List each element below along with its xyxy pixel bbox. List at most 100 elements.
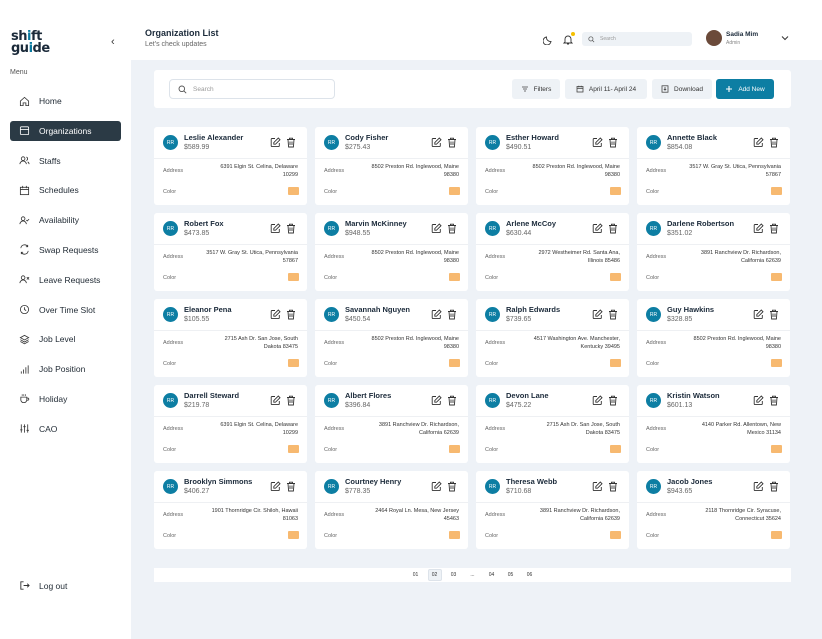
sidebar-item-label: Job Position [39, 364, 86, 375]
edit-icon[interactable] [431, 481, 442, 492]
trash-icon[interactable] [286, 395, 296, 406]
edit-icon[interactable] [270, 137, 281, 148]
trash-icon[interactable] [286, 481, 296, 492]
trash-icon[interactable] [447, 137, 457, 148]
page-button[interactable]: 02 [427, 569, 442, 581]
sidebar-item-job-position[interactable]: Job Position [10, 359, 121, 379]
sidebar-item-organizations[interactable]: Organizations [10, 120, 121, 141]
trash-icon[interactable] [769, 137, 779, 148]
logout-button[interactable]: Log out [19, 580, 67, 591]
organization-card[interactable]: RR Eleanor Pena $105.55 Address 2715 Ash Dr.… [154, 299, 307, 377]
organization-card[interactable]: RR Theresa Webb $710.68 Address 3891 Ranchvi… [476, 471, 629, 549]
edit-icon[interactable] [592, 395, 603, 406]
organization-card[interactable]: RR Darrell Steward $219.78 Address 6391 Elgi… [154, 385, 307, 463]
trash-icon[interactable] [608, 309, 618, 320]
edit-icon[interactable] [431, 395, 442, 406]
moon-icon[interactable] [543, 35, 553, 45]
edit-icon[interactable] [592, 481, 603, 492]
org-avatar: RR [646, 307, 661, 322]
edit-icon[interactable] [270, 309, 281, 320]
org-avatar: RR [485, 307, 500, 322]
color-swatch [288, 187, 299, 195]
organization-card[interactable]: RR Robert Fox $473.85 Address 3517 W. Gray S… [154, 213, 307, 291]
filters-button[interactable]: Filters [512, 79, 560, 99]
sidebar-item-over-time-slot[interactable]: Over Time Slot [10, 300, 121, 320]
organization-card[interactable]: RR Kristin Watson $601.13 Address 4140 Parke… [637, 385, 790, 463]
sidebar-item-swap-requests[interactable]: Swap Requests [10, 240, 121, 260]
trash-icon[interactable] [447, 395, 457, 406]
organization-card[interactable]: RR Savannah Nguyen $450.54 Address 8502 Pres… [315, 299, 468, 377]
organization-card[interactable]: RR Ralph Edwards $739.65 Address 4517 Washin… [476, 299, 629, 377]
header-search-input[interactable]: Search [582, 32, 692, 46]
sidebar-item-leave-requests[interactable]: Leave Requests [10, 270, 121, 290]
organization-card[interactable]: RR Devon Lane $475.22 Address 2715 Ash Dr. S… [476, 385, 629, 463]
page-button[interactable]: 04 [485, 569, 499, 581]
trash-icon[interactable] [608, 481, 618, 492]
download-label: Download [674, 85, 703, 93]
organization-card[interactable]: RR Arlene McCoy $630.44 Address 2972 Westhei… [476, 213, 629, 291]
edit-icon[interactable] [270, 223, 281, 234]
sidebar-item-cao[interactable]: CAO [10, 419, 121, 439]
trash-icon[interactable] [286, 223, 296, 234]
organization-card[interactable]: RR Darlene Robertson $351.02 Address 3891 Ra… [637, 213, 790, 291]
edit-icon[interactable] [592, 137, 603, 148]
org-address: 1901 Thornridge Cir. Shiloh, Hawaii 8106… [211, 508, 298, 522]
org-address: 6391 Elgin St. Celina, Delaware 10299 [220, 422, 298, 436]
trash-icon[interactable] [769, 223, 779, 234]
chevron-down-icon[interactable] [781, 35, 789, 41]
edit-icon[interactable] [592, 223, 603, 234]
trash-icon[interactable] [447, 309, 457, 320]
page-button[interactable]: 06 [523, 569, 537, 581]
search-input[interactable]: Search [169, 79, 335, 99]
organization-card[interactable]: RR Brooklyn Simmons $406.27 Address 1901 Tho… [154, 471, 307, 549]
trash-icon[interactable] [769, 395, 779, 406]
organization-card[interactable]: RR Jacob Jones $943.65 Address 2118 Thornrid… [637, 471, 790, 549]
organization-card[interactable]: RR Albert Flores $396.84 Address 3891 Ranchv… [315, 385, 468, 463]
trash-icon[interactable] [608, 395, 618, 406]
trash-icon[interactable] [447, 481, 457, 492]
edit-icon[interactable] [753, 137, 764, 148]
color-label: Color [163, 275, 177, 281]
organization-card[interactable]: RR Esther Howard $490.51 Address 8502 Presto… [476, 127, 629, 205]
trash-icon[interactable] [447, 223, 457, 234]
org-price: $710.68 [506, 488, 532, 495]
organization-card[interactable]: RR Cody Fisher $275.43 Address 8502 Preston … [315, 127, 468, 205]
trash-icon[interactable] [769, 481, 779, 492]
trash-icon[interactable] [286, 309, 296, 320]
edit-icon[interactable] [753, 223, 764, 234]
edit-icon[interactable] [431, 223, 442, 234]
sidebar-item-schedules[interactable]: Schedules [10, 180, 121, 200]
trash-icon[interactable] [286, 137, 296, 148]
collapse-sidebar-icon[interactable]: ‹ [111, 36, 115, 48]
edit-icon[interactable] [270, 481, 281, 492]
user-avatar[interactable] [706, 30, 722, 46]
sidebar-item-staffs[interactable]: Staffs [10, 151, 121, 171]
trash-icon[interactable] [769, 309, 779, 320]
edit-icon[interactable] [270, 395, 281, 406]
trash-icon[interactable] [608, 223, 618, 234]
sidebar-item-holiday[interactable]: Holiday [10, 389, 121, 409]
page-button[interactable]: 01 [409, 569, 423, 581]
sidebar-item-availability[interactable]: Availability [10, 210, 121, 230]
add-new-button[interactable]: Add New [716, 79, 774, 99]
edit-icon[interactable] [431, 137, 442, 148]
organization-card[interactable]: RR Marvin McKinney $948.55 Address 8502 Pres… [315, 213, 468, 291]
trash-icon[interactable] [608, 137, 618, 148]
date-range-button[interactable]: April 11- April 24 [565, 79, 647, 99]
edit-icon[interactable] [753, 481, 764, 492]
edit-icon[interactable] [431, 309, 442, 320]
organization-card[interactable]: RR Leslie Alexander $589.99 Address 6391 Elg… [154, 127, 307, 205]
organization-card[interactable]: RR Annette Black $854.08 Address 3517 W. Gra… [637, 127, 790, 205]
organization-card[interactable]: RR Guy Hawkins $328.85 Address 8502 Preston … [637, 299, 790, 377]
edit-icon[interactable] [753, 395, 764, 406]
download-button[interactable]: Download [652, 79, 712, 99]
edit-icon[interactable] [753, 309, 764, 320]
page-button[interactable]: 05 [504, 569, 518, 581]
shift-guide-logo[interactable]: shift guide [11, 30, 50, 55]
sidebar-item-job-level[interactable]: Job Level [10, 329, 121, 349]
sidebar-item-home[interactable]: Home [10, 91, 121, 111]
organization-card[interactable]: RR Courtney Henry $778.35 Address 2464 Royal… [315, 471, 468, 549]
edit-icon[interactable] [592, 309, 603, 320]
org-name: Savannah Nguyen [345, 305, 411, 314]
page-button[interactable]: 03 [447, 569, 461, 581]
